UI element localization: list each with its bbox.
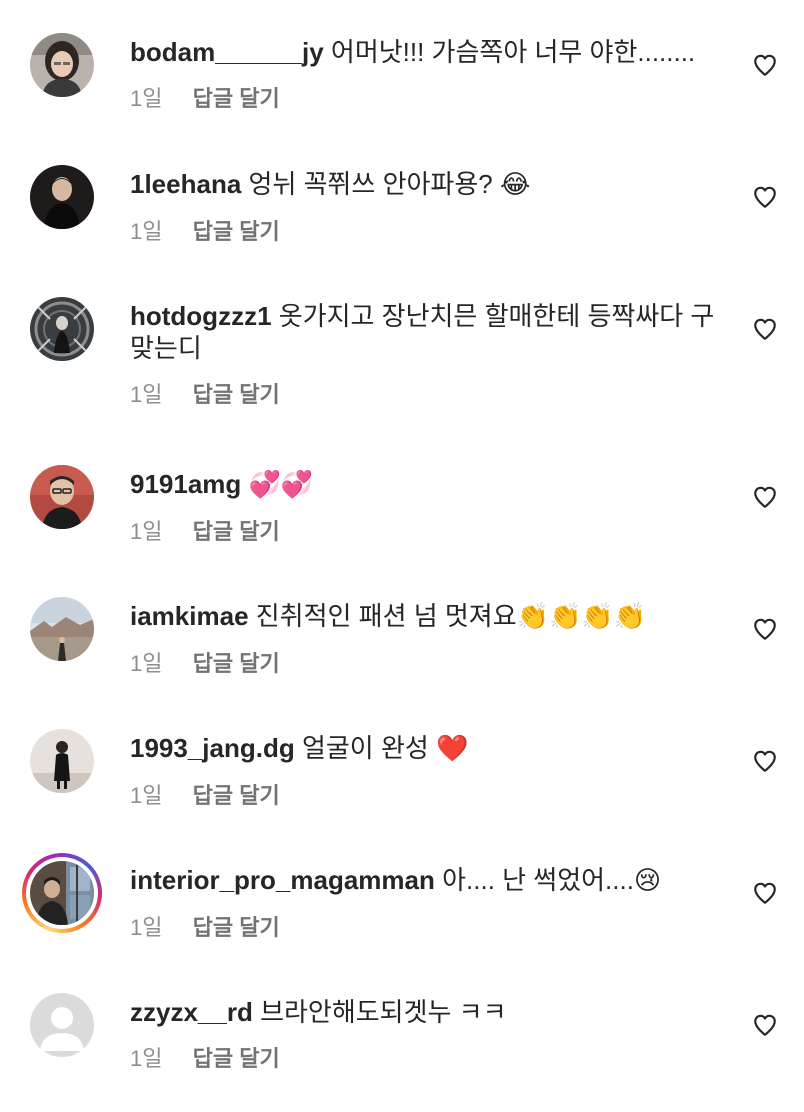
reply-button[interactable]: 답글 달기 <box>193 519 280 545</box>
avatar[interactable] <box>30 297 94 361</box>
avatar[interactable] <box>30 33 94 97</box>
comment-age: 1일 <box>130 219 163 244</box>
avatar[interactable] <box>30 729 94 793</box>
profile-photo-icon <box>30 165 94 229</box>
reply-button[interactable]: 답글 달기 <box>193 651 280 677</box>
comment-text-line: 1993_jang.dg 얼굴이 완성 ❤️ <box>130 732 720 765</box>
heart-outline-icon[interactable] <box>752 880 778 906</box>
comment-emoji: 💞💞 <box>248 470 314 500</box>
avatar[interactable] <box>30 993 94 1057</box>
comment-text-line: 1leehana 엉뉘 꼭쮜쓰 안아파용? 😂 <box>130 168 720 201</box>
comment-body: 1993_jang.dg 얼굴이 완성 ❤️ 1일 답글 달기 <box>130 732 720 809</box>
comment-meta: 1일 답글 달기 <box>130 86 720 112</box>
comment-text: 브라안해도되겟누 ㅋㅋ <box>260 997 507 1027</box>
comment-username[interactable]: iamkimae <box>130 601 249 631</box>
reply-button[interactable]: 답글 달기 <box>193 1046 280 1072</box>
comment-body: 1leehana 엉뉘 꼭쮜쓰 안아파용? 😂 1일 답글 달기 <box>130 168 720 245</box>
comment-body: 9191amg 💞💞 1일 답글 달기 <box>130 468 720 545</box>
reply-button[interactable]: 답글 달기 <box>193 86 280 112</box>
comment-username[interactable]: hotdogzzz1 <box>130 301 272 331</box>
profile-photo-icon <box>30 465 94 529</box>
default-profile-icon <box>30 993 94 1057</box>
avatar[interactable] <box>30 861 94 925</box>
heart-outline-icon[interactable] <box>752 748 778 774</box>
comment-username[interactable]: bodam______jy <box>130 37 324 67</box>
comment-meta: 1일 답글 달기 <box>130 219 720 245</box>
comment-text-line: hotdogzzz1 옷가지고 장난치믄 할매한테 등짝싸다 구 맞는디 <box>130 300 720 364</box>
comment-emoji: 😢 <box>633 866 662 896</box>
comment-username[interactable]: interior_pro_magamman <box>130 865 435 895</box>
comment-username[interactable]: 9191amg <box>130 469 241 499</box>
comment-meta: 1일 답글 달기 <box>130 915 720 941</box>
comment-age: 1일 <box>130 651 163 676</box>
comment-age: 1일 <box>130 915 163 940</box>
comment-text: 어머낫!!! 가슴쪽아 너무 야한........ <box>330 37 696 67</box>
comment-emoji: 👏👏👏👏 <box>516 602 647 632</box>
comment-body: hotdogzzz1 옷가지고 장난치믄 할매한테 등짝싸다 구 맞는디 1일 … <box>130 300 720 408</box>
comment-text: 아.... 난 썩었어.... <box>442 865 634 895</box>
comment-age: 1일 <box>130 519 163 544</box>
story-ring[interactable] <box>22 853 102 933</box>
comment-meta: 1일 답글 달기 <box>130 519 720 545</box>
comment-text-line: iamkimae 진취적인 패션 넘 멋져요👏👏👏👏 <box>130 600 720 633</box>
comment-body: bodam______jy 어머낫!!! 가슴쪽아 너무 야한........ … <box>130 36 720 112</box>
comment-username[interactable]: 1leehana <box>130 169 241 199</box>
profile-photo-icon <box>30 729 94 793</box>
comment-text-line: zzyzx__rd 브라안해도되겟누 ㅋㅋ <box>130 996 720 1028</box>
comment-text: 엉뉘 꼭쮜쓰 안아파용? <box>248 169 493 199</box>
comment-username[interactable]: zzyzx__rd <box>130 997 253 1027</box>
comment-body: iamkimae 진취적인 패션 넘 멋져요👏👏👏👏 1일 답글 달기 <box>130 600 720 677</box>
comment-age: 1일 <box>130 86 163 111</box>
reply-button[interactable]: 답글 달기 <box>193 783 280 809</box>
comment-meta: 1일 답글 달기 <box>130 783 720 809</box>
comment-body: zzyzx__rd 브라안해도되겟누 ㅋㅋ 1일 답글 달기 <box>130 996 720 1072</box>
comment-age: 1일 <box>130 783 163 808</box>
comment-meta: 1일 답글 달기 <box>130 382 720 408</box>
comment-text: 얼굴이 완성 <box>301 733 429 763</box>
comment-text-line: interior_pro_magamman 아.... 난 썩었어....😢 <box>130 864 720 897</box>
comment-username[interactable]: 1993_jang.dg <box>130 733 295 763</box>
comment-text: 진취적인 패션 넘 멋져요 <box>255 601 517 631</box>
heart-outline-icon[interactable] <box>752 184 778 210</box>
reply-button[interactable]: 답글 달기 <box>193 915 280 941</box>
comment-text-line: bodam______jy 어머낫!!! 가슴쪽아 너무 야한........ <box>130 36 720 68</box>
heart-outline-icon[interactable] <box>752 1012 778 1038</box>
profile-photo-icon <box>30 861 94 925</box>
comment-body: interior_pro_magamman 아.... 난 썩었어....😢 1… <box>130 864 720 941</box>
comment-meta: 1일 답글 달기 <box>130 651 720 677</box>
comment-age: 1일 <box>130 382 163 407</box>
heart-outline-icon[interactable] <box>752 52 778 78</box>
avatar[interactable] <box>30 465 94 529</box>
profile-photo-icon <box>30 597 94 661</box>
comment-emoji: ❤️ <box>436 734 469 764</box>
comment-emoji: 😂 <box>499 170 531 200</box>
heart-outline-icon[interactable] <box>752 616 778 642</box>
avatar[interactable] <box>30 597 94 661</box>
comment-list: bodam______jy 어머낫!!! 가슴쪽아 너무 야한........ … <box>0 0 804 1112</box>
avatar[interactable] <box>30 165 94 229</box>
heart-outline-icon[interactable] <box>752 316 778 342</box>
comment-meta: 1일 답글 달기 <box>130 1046 720 1072</box>
reply-button[interactable]: 답글 달기 <box>193 219 280 245</box>
profile-photo-icon <box>30 33 94 97</box>
profile-photo-icon <box>30 297 94 361</box>
heart-outline-icon[interactable] <box>752 484 778 510</box>
comment-age: 1일 <box>130 1046 163 1071</box>
reply-button[interactable]: 답글 달기 <box>193 382 280 408</box>
comment-text-line: 9191amg 💞💞 <box>130 468 720 501</box>
